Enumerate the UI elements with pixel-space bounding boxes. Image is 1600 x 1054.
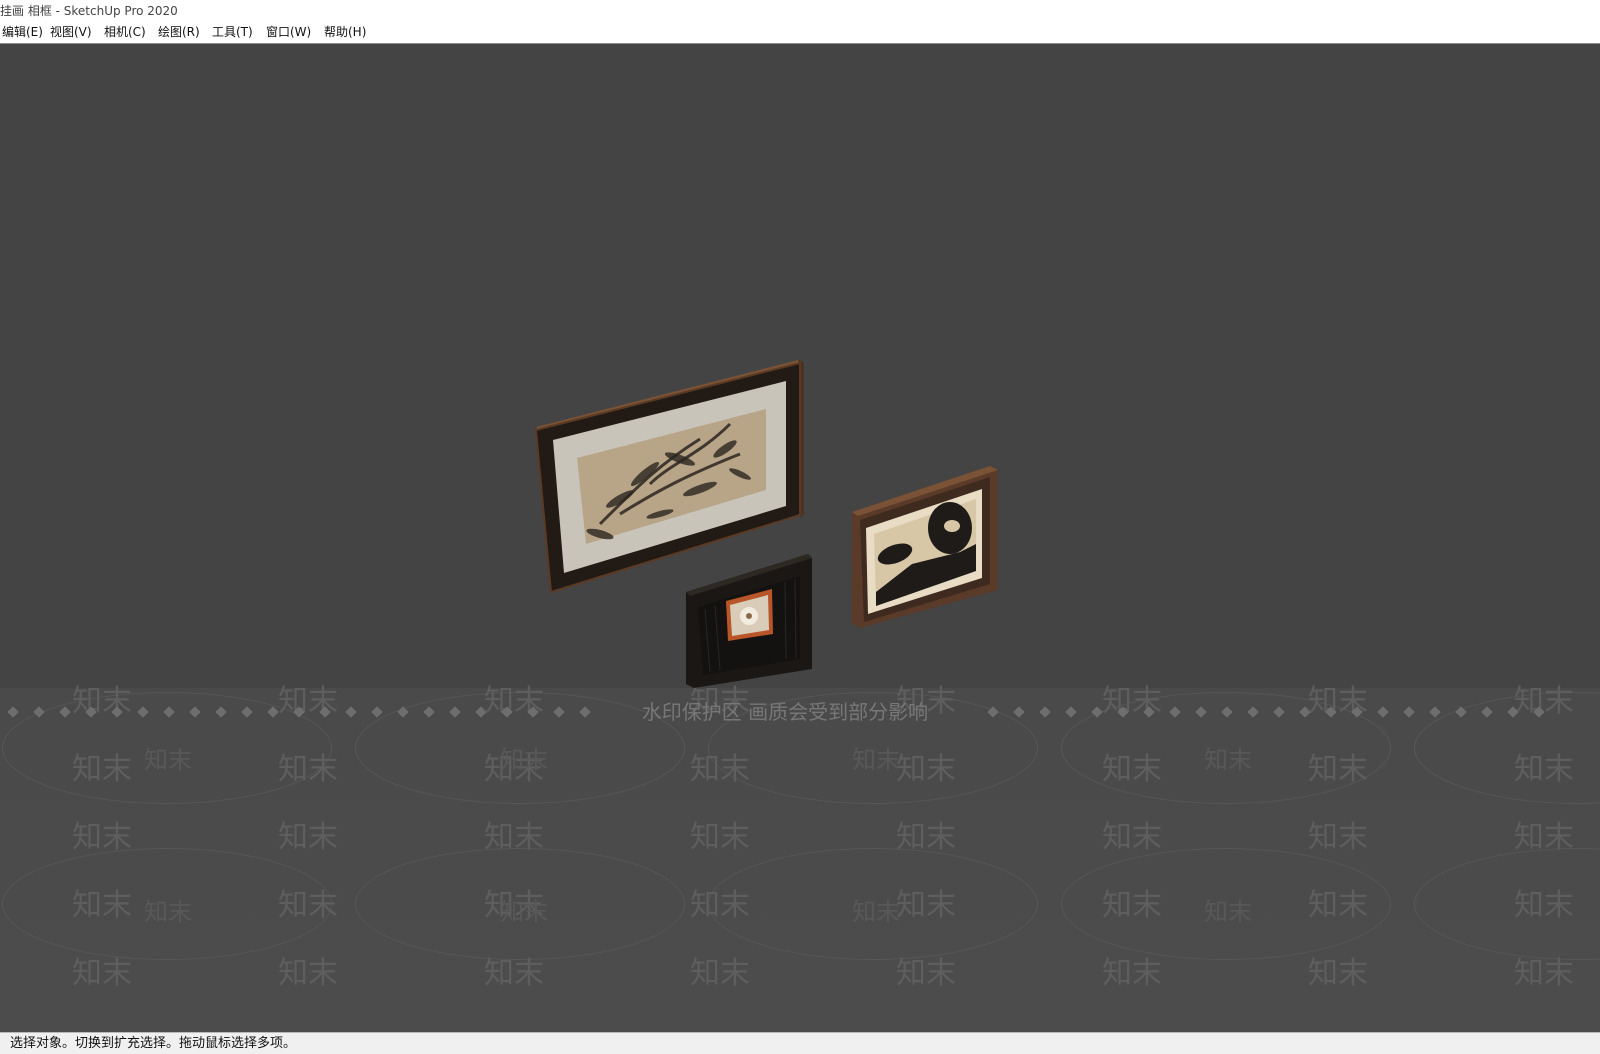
sketchup-window: 挂画 相框 - SketchUp Pro 2020 编辑(E) 视图(V) 相机…	[0, 0, 1600, 1054]
menu-camera[interactable]: 相机(C)	[102, 24, 148, 41]
model-viewport[interactable]: 知末 知末 知末 知末 知末 知末 知末 知末 知末 知末 知末 知末 知末 知末 知末 知末 知末 知末 知末 知末…	[0, 44, 1600, 1032]
menu-tools[interactable]: 工具(T)	[210, 24, 255, 41]
menu-edit[interactable]: 编辑(E)	[0, 24, 45, 41]
menu-draw[interactable]: 绘图(R)	[156, 24, 202, 41]
window-title: 挂画 相框 - SketchUp Pro 2020	[0, 4, 178, 18]
model-scene	[534, 360, 998, 688]
menu-bar: 编辑(E) 视图(V) 相机(C) 绘图(R) 工具(T) 窗口(W) 帮助(H…	[0, 22, 1600, 44]
large-bamboo-frame[interactable]	[534, 360, 804, 594]
status-text: 选择对象。切换到扩充选择。拖动鼠标选择多项。	[10, 1036, 297, 1051]
menu-window[interactable]: 窗口(W)	[264, 24, 313, 41]
status-bar: 选择对象。切换到扩充选择。拖动鼠标选择多项。	[0, 1032, 1600, 1054]
title-bar: 挂画 相框 - SketchUp Pro 2020	[0, 0, 1600, 22]
menu-view[interactable]: 视图(V)	[48, 24, 94, 41]
small-flower-frame[interactable]	[686, 554, 812, 688]
portrait-frame[interactable]	[852, 466, 998, 628]
watermark-notice: 水印保护区 画质会受到部分影响	[641, 700, 929, 724]
menu-help[interactable]: 帮助(H)	[322, 24, 368, 41]
